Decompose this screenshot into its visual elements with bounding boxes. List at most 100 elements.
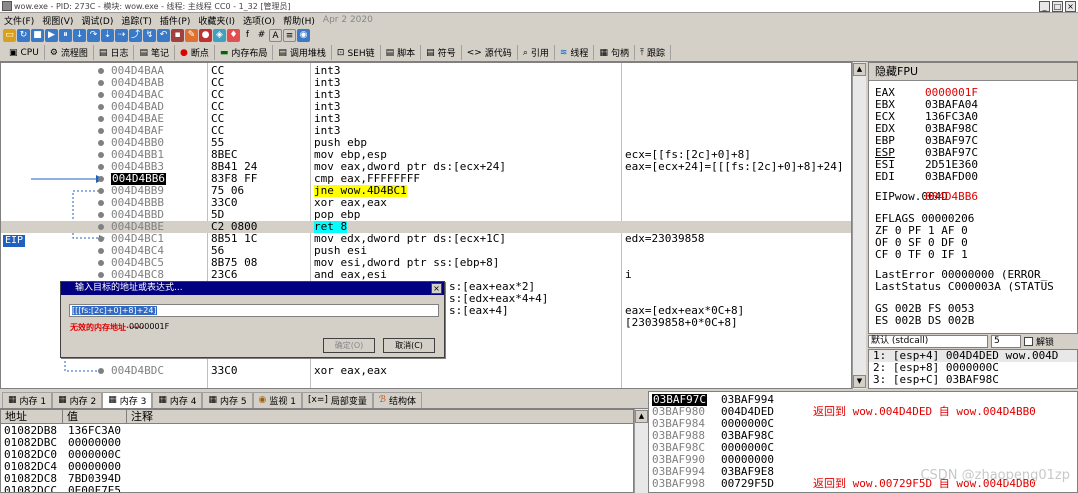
breakpoint-marker[interactable]	[98, 224, 104, 230]
hash-icon[interactable]: #	[255, 29, 268, 42]
step-into-icon[interactable]: ↓	[73, 29, 86, 42]
minimize-button[interactable]: _	[1039, 1, 1050, 12]
stack-row[interactable]: 03BAF98C 0000000C	[649, 442, 1077, 454]
scylla-icon[interactable]: ▪	[171, 29, 184, 42]
breakpoint-marker[interactable]	[98, 80, 104, 86]
breakpoint-marker[interactable]	[98, 188, 104, 194]
tab-references[interactable]: ⌕ 引用	[518, 45, 555, 60]
execute-till-return-icon[interactable]: ⤴	[129, 29, 142, 42]
breakpoint-marker[interactable]	[98, 176, 104, 182]
breakpoint-marker[interactable]	[98, 104, 104, 110]
tab-dump-2[interactable]: ▦ 内存 2	[52, 391, 103, 408]
tab-breakpoints[interactable]: ● 断点	[175, 45, 215, 60]
tab-script[interactable]: ▤ 脚本	[381, 45, 422, 60]
tab-dump-3[interactable]: ▦ 内存 3	[102, 391, 153, 408]
scroll-down-icon[interactable]: ▼	[853, 375, 866, 388]
disasm-row[interactable]: 004D4BDC 33C0 xor eax,eax	[1, 365, 851, 377]
tab-threads[interactable]: ≋ 线程	[555, 45, 595, 60]
tab-dump-5[interactable]: ▦ 内存 5	[202, 391, 253, 408]
registers-panel[interactable]: 隐藏FPU EAX 0000001F EBX 03BAFA04 ECX 136FC3A…	[868, 62, 1078, 334]
menu-options[interactable]: 选项(O)	[239, 14, 279, 27]
breakpoint-marker[interactable]	[98, 152, 104, 158]
tab-locals[interactable]: [x=] 局部变量	[302, 391, 373, 408]
breakpoint-icon[interactable]: ●	[199, 29, 212, 42]
tab-seh[interactable]: ⊡ SEH链	[332, 45, 381, 60]
dump-scrollbar[interactable]: ▲	[634, 409, 648, 493]
trace-over-icon[interactable]: ⇢	[115, 29, 128, 42]
breakpoint-marker[interactable]	[98, 116, 104, 122]
breakpoint-marker[interactable]	[98, 236, 104, 242]
register-eip[interactable]: EIP 004D4BB6 wow.004D	[875, 191, 978, 203]
breakpoint-marker[interactable]	[98, 368, 104, 374]
tab-call-stack[interactable]: ▤ 调用堆栈	[273, 45, 332, 60]
menu-file[interactable]: 文件(F)	[0, 14, 38, 27]
run-icon[interactable]: ▶	[45, 29, 58, 42]
tab-log[interactable]: ▤ 日志	[94, 45, 135, 60]
tab-notes[interactable]: ▤ 笔记	[134, 45, 175, 60]
tab-source[interactable]: <> 源代码	[462, 45, 518, 60]
tab-watch-1[interactable]: ◉ 监视 1	[252, 391, 302, 408]
segment-row[interactable]: ES 002B DS 002B	[875, 315, 974, 327]
breakpoint-marker[interactable]	[98, 164, 104, 170]
function-icon[interactable]: f	[241, 29, 254, 42]
tab-memory-map[interactable]: ▬ 内存布局	[215, 45, 274, 60]
bookmark-icon[interactable]: ◈	[213, 29, 226, 42]
menu-trace[interactable]: 追踪(T)	[117, 14, 156, 27]
hide-fpu-button[interactable]: 隐藏FPU	[869, 63, 1077, 81]
memory-dump-view[interactable]: 地址 值 注释 01082DB8 136FC3A0 01082DBC 0000000…	[0, 409, 634, 493]
breakpoint-marker[interactable]	[98, 68, 104, 74]
stack-row[interactable]: 03BAF984 0000000C	[649, 418, 1077, 430]
tab-cpu[interactable]: ▣ CPU	[4, 45, 45, 60]
menu-debug[interactable]: 调试(D)	[77, 14, 117, 27]
arg-count-spinner[interactable]: 5	[991, 335, 1021, 348]
disasm-row[interactable]: 004D4BC8 23C6 and eax,esi i	[1, 269, 851, 281]
column-header-comment[interactable]: 注释	[127, 410, 633, 424]
disasm-scrollbar[interactable]: ▲ ▼	[852, 62, 866, 389]
breakpoint-marker[interactable]	[98, 272, 104, 278]
breakpoint-marker[interactable]	[98, 200, 104, 206]
ok-button[interactable]: 确定(O)	[323, 338, 375, 353]
dialog-close-icon[interactable]: ×	[431, 283, 442, 294]
last-status[interactable]: LastStatus C000003A (STATUS	[875, 281, 1054, 293]
tab-symbols[interactable]: ▤ 符号	[421, 45, 462, 60]
breakpoint-marker[interactable]	[98, 92, 104, 98]
tab-handles[interactable]: ▦ 句柄	[594, 45, 635, 60]
flags-row[interactable]: CF 0 TF 0 IF 1	[875, 249, 968, 261]
close-button[interactable]: ×	[1065, 1, 1076, 12]
close-file-icon[interactable]: ■	[31, 29, 44, 42]
tab-trace[interactable]: ⤒ 跟踪	[635, 45, 671, 60]
tab-struct[interactable]: ℬ 结构体	[372, 391, 422, 408]
unlock-checkbox[interactable]	[1024, 337, 1033, 346]
calling-convention-select[interactable]: 默认 (stdcall)	[868, 335, 988, 348]
scroll-up-icon[interactable]: ▲	[635, 410, 648, 423]
menu-plugins[interactable]: 插件(P)	[156, 14, 194, 27]
stack-row[interactable]: 03BAF990 00000000	[649, 454, 1077, 466]
trace-into-icon[interactable]: ⇣	[101, 29, 114, 42]
menu-view[interactable]: 视图(V)	[38, 14, 77, 27]
arguments-panel[interactable]: 1: [esp+4] 004D4DED wow.004D 2: [esp+8] …	[868, 349, 1078, 389]
argument-row[interactable]: 3: [esp+C] 03BAF98C	[869, 374, 1077, 386]
patch-icon[interactable]: ✎	[185, 29, 198, 42]
menu-favourites[interactable]: 收藏夹(I)	[194, 14, 239, 27]
tab-dump-4[interactable]: ▦ 内存 4	[152, 391, 203, 408]
calculator-icon[interactable]: ≡	[283, 29, 296, 42]
breakpoint-marker[interactable]	[98, 140, 104, 146]
cancel-button[interactable]: 取消(C)	[383, 338, 435, 353]
stack-row[interactable]: 03BAF980 004D4DED 返回到 wow.004D4DED 自 wow.0…	[649, 406, 1077, 418]
step-back-icon[interactable]: ↶	[157, 29, 170, 42]
breakpoint-marker[interactable]	[98, 212, 104, 218]
scroll-up-icon[interactable]: ▲	[853, 63, 866, 76]
register-edi[interactable]: EDI 03BAFD00	[875, 171, 978, 183]
font-icon[interactable]: A	[269, 29, 282, 42]
pause-icon[interactable]: ⏸	[59, 29, 72, 42]
menu-help[interactable]: 帮助(H)	[279, 14, 319, 27]
expression-input[interactable]: [[[fs:[2c]+0]+8]+24]	[69, 304, 439, 317]
tab-graph[interactable]: ⚙ 流程图	[45, 45, 94, 60]
column-header-value[interactable]: 值	[63, 410, 127, 424]
step-over-icon[interactable]: ↷	[87, 29, 100, 42]
breakpoint-marker[interactable]	[98, 260, 104, 266]
column-header-address[interactable]: 地址	[1, 410, 63, 424]
tab-dump-1[interactable]: ▦ 内存 1	[2, 391, 53, 408]
maximize-button[interactable]: □	[1052, 1, 1063, 12]
stack-row[interactable]: 03BAF988 03BAF98C	[649, 430, 1077, 442]
